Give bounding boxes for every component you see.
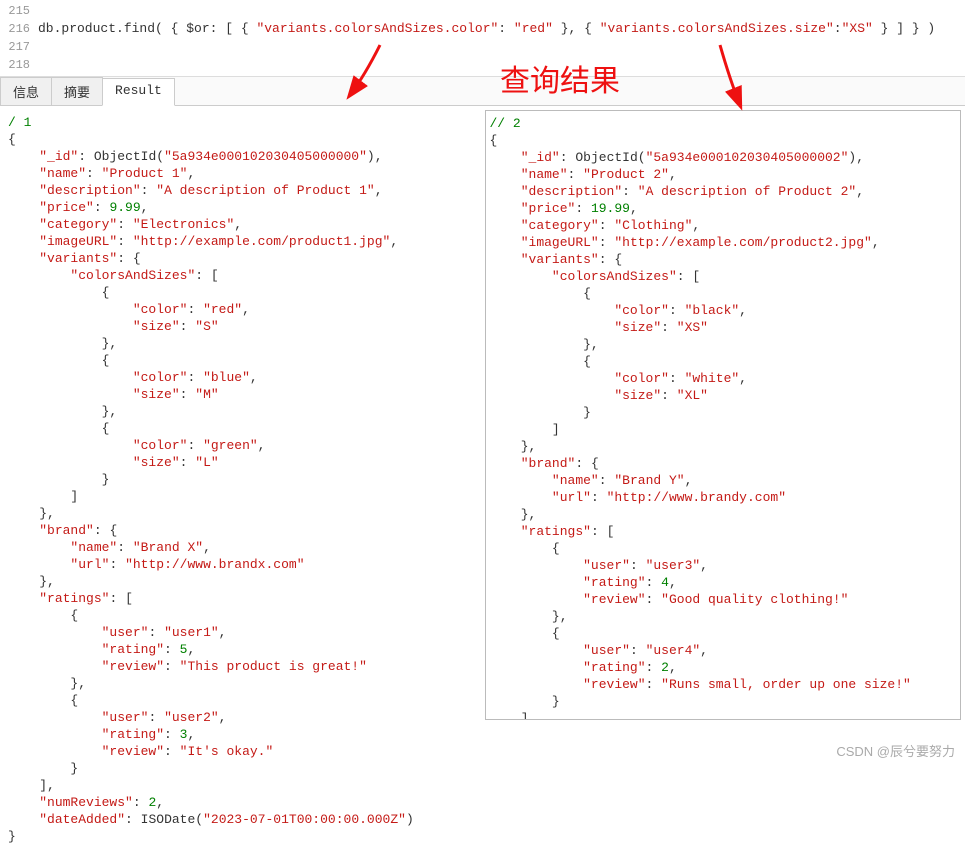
code-editor: 215 216 db.product.find( { $or: [ { "var… — [0, 0, 965, 77]
code-content[interactable]: db.product.find( { $or: [ { "variants.co… — [38, 20, 935, 38]
result-panel-1[interactable]: / 1 { "_id": ObjectId("5a934e00010203040… — [4, 110, 479, 849]
tab-info[interactable]: 信息 — [0, 77, 52, 105]
annotation-label: 查询结果 — [500, 56, 620, 100]
code-line: 215 — [0, 2, 965, 20]
line-number: 216 — [0, 20, 38, 38]
result-tabs: 信息 摘要 Result — [0, 77, 965, 106]
result-panel-2[interactable]: // 2 { "_id": ObjectId("5a934e0001020304… — [485, 110, 962, 720]
tab-summary[interactable]: 摘要 — [51, 77, 103, 105]
code-line: 216 db.product.find( { $or: [ { "variant… — [0, 20, 965, 38]
line-number: 218 — [0, 56, 38, 74]
results-area: / 1 { "_id": ObjectId("5a934e00010203040… — [0, 106, 965, 853]
line-number: 215 — [0, 2, 38, 20]
line-number: 217 — [0, 38, 38, 56]
tab-result[interactable]: Result — [102, 78, 175, 106]
code-line: 217 — [0, 38, 965, 56]
code-line: 218 — [0, 56, 965, 74]
watermark: CSDN @辰兮要努力 — [836, 741, 955, 760]
